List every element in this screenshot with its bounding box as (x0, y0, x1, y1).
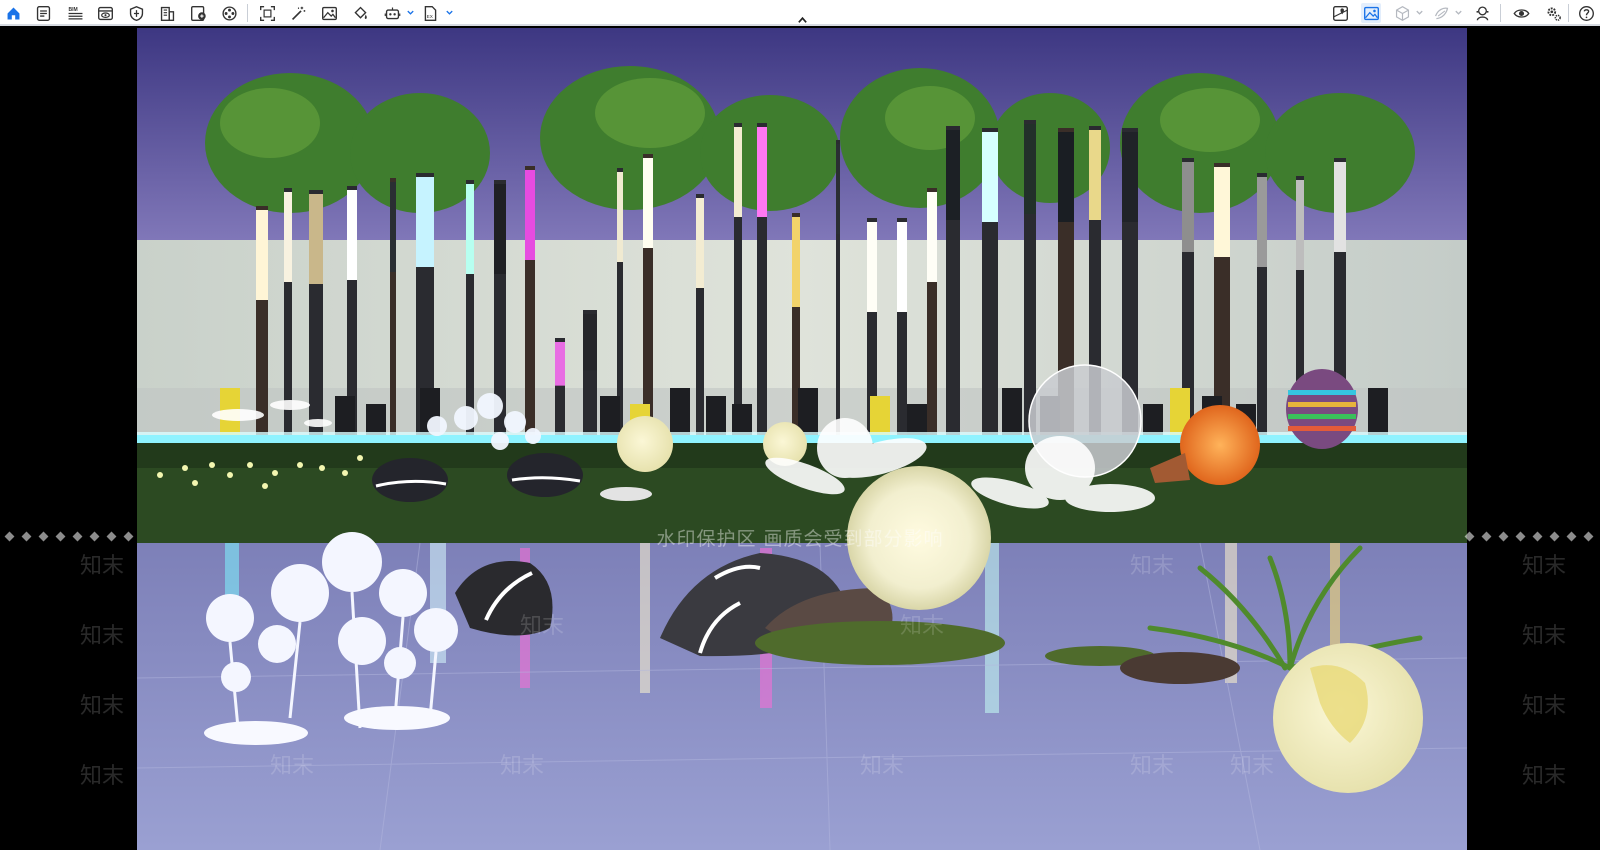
collapse-toolbar-chevron-icon[interactable] (794, 14, 810, 26)
gallery-icon[interactable] (1361, 3, 1381, 23)
pen-tool-icon[interactable] (1472, 3, 1492, 23)
image-badge-icon[interactable] (188, 3, 208, 23)
help-icon[interactable] (1576, 3, 1596, 23)
layers-dropdown-chevron-icon[interactable] (1453, 6, 1463, 18)
building-icon[interactable] (157, 3, 177, 23)
layers-icon[interactable] (1431, 3, 1451, 23)
cube-dropdown-chevron-icon[interactable] (1414, 6, 1424, 18)
bim-icon[interactable]: BIM (64, 3, 86, 23)
toolbar-divider (1568, 4, 1569, 22)
cube-icon[interactable] (1392, 3, 1412, 23)
eye-icon[interactable] (1511, 3, 1531, 23)
paint-bucket-icon[interactable] (350, 3, 370, 23)
robot-icon[interactable] (381, 3, 403, 23)
magic-wand-icon[interactable] (288, 3, 308, 23)
document-list-icon[interactable] (33, 3, 53, 23)
settings-icon[interactable] (1543, 3, 1563, 23)
home-icon[interactable] (3, 3, 23, 23)
toolbar-divider (1500, 4, 1501, 22)
picture-icon[interactable] (319, 3, 339, 23)
top-toolbar: BIM EX (0, 0, 1600, 26)
scan-frame-icon[interactable] (257, 3, 277, 23)
film-reel-icon[interactable] (219, 3, 239, 23)
map-pin-icon[interactable] (1330, 3, 1350, 23)
shield-icon[interactable] (126, 3, 146, 23)
robot-dropdown-chevron-icon[interactable] (405, 6, 415, 18)
toolbar-divider (247, 4, 248, 22)
view-panel-icon[interactable] (95, 3, 115, 23)
render-viewport[interactable]: 知末知末知末知末知末知末知末知末知末知末知末知末知末知末知末知末 水印保护区 画… (0, 28, 1600, 850)
rendered-landscape-image (136, 28, 1468, 850)
export-dropdown-chevron-icon[interactable] (444, 6, 454, 18)
svg-text:EX: EX (426, 13, 433, 18)
bim-label: BIM (68, 7, 77, 13)
export-file-icon[interactable]: EX (420, 3, 440, 23)
